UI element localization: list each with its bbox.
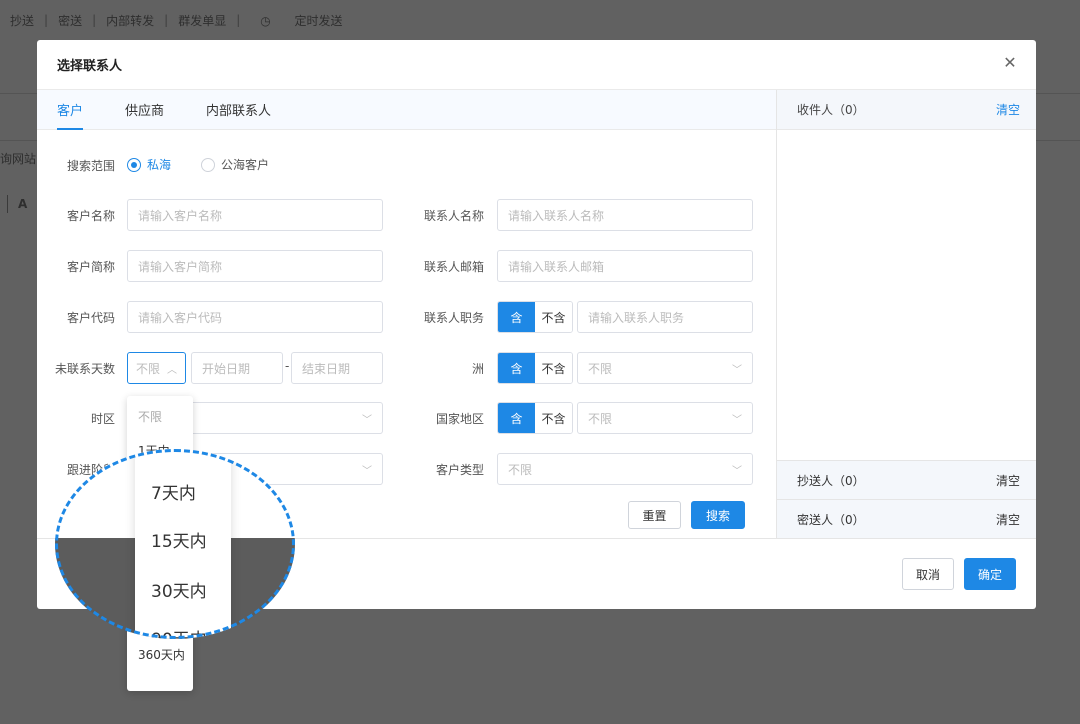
clear-bcc-link[interactable]: 清空	[996, 511, 1020, 528]
bcc-header: 密送人（0） 清空	[777, 499, 1036, 538]
clock-icon: ◷	[260, 13, 275, 28]
exclude-option[interactable]: 不含	[535, 302, 572, 332]
bg-scheduled-send: ◷ 定时发送	[240, 12, 362, 29]
contact-title-label: 联系人职务	[423, 311, 484, 325]
include-option[interactable]: 含	[498, 403, 535, 433]
end-date-input[interactable]: 结束日期	[291, 352, 383, 384]
bg-cc: 抄送	[10, 13, 35, 28]
customer-type-select[interactable]: 不限 ﹀	[497, 453, 753, 485]
contact-title-input[interactable]: 请输入联系人职务	[577, 301, 753, 333]
chevron-down-icon: ﹀	[362, 465, 372, 477]
reset-button[interactable]: 重置	[628, 501, 681, 529]
chevron-up-icon: ︿	[167, 364, 177, 376]
chevron-down-icon: ﹀	[362, 414, 372, 426]
selected-panel: 收件人（0） 清空 抄送人（0） 清空 密送人（0） 清空	[776, 90, 1036, 538]
bg-mass-send: 群发单显	[178, 13, 227, 28]
exclude-option[interactable]: 不含	[535, 403, 572, 433]
bg-bcc: 密送	[58, 13, 83, 28]
dialog-title: 选择联系人	[57, 59, 123, 74]
customer-type-label: 客户类型	[435, 463, 484, 477]
recipients-label: 收件人（0）	[797, 103, 865, 117]
confirm-button[interactable]: 确定	[964, 558, 1016, 590]
customer-short-input[interactable]: 请输入客户简称	[127, 250, 383, 282]
include-option[interactable]: 含	[498, 302, 535, 332]
country-label: 国家地区	[435, 412, 484, 426]
clear-cc-link[interactable]: 清空	[996, 472, 1020, 489]
dropdown-option[interactable]: 360天内	[138, 646, 185, 663]
contact-title-include-toggle: 含 不含	[497, 301, 573, 333]
contact-name-input[interactable]: 请输入联系人名称	[497, 199, 753, 231]
recipients-list	[777, 130, 1036, 460]
continent-label: 洲	[471, 362, 484, 376]
contact-name-label: 联系人名称	[423, 209, 484, 223]
dialog-header: 选择联系人	[37, 40, 1036, 90]
chevron-down-icon: ﹀	[732, 414, 742, 426]
radio-dot	[201, 157, 215, 172]
tab-bar: 客户 供应商 内部联系人	[37, 90, 776, 130]
divider	[7, 195, 8, 213]
close-icon[interactable]: ✕	[1002, 55, 1018, 71]
bcc-label: 密送人（0）	[797, 512, 865, 527]
clear-recipients-link[interactable]: 清空	[996, 101, 1020, 118]
exclude-option[interactable]: 不含	[535, 353, 572, 383]
country-include-toggle: 含 不含	[497, 402, 573, 434]
customer-short-label: 客户简称	[66, 260, 115, 274]
chevron-down-icon: ﹀	[732, 364, 742, 376]
no-contact-days-select[interactable]: 不限 ︿	[127, 352, 186, 384]
search-scope-label: 搜索范围	[66, 159, 115, 173]
date-range-separator: -	[285, 359, 290, 373]
continent-select[interactable]: 不限 ﹀	[577, 352, 753, 384]
font-icon: A	[18, 197, 28, 211]
customer-code-input[interactable]: 请输入客户代码	[127, 301, 383, 333]
cc-header: 抄送人（0） 清空	[777, 460, 1036, 499]
dropdown-option[interactable]: 不限	[138, 408, 162, 425]
magnifier-ring	[55, 449, 295, 639]
tab-supplier[interactable]: 供应商	[125, 100, 164, 129]
customer-code-label: 客户代码	[66, 311, 115, 325]
no-contact-days-label: 未联系天数	[54, 362, 115, 376]
tab-customer[interactable]: 客户	[57, 100, 84, 130]
search-button[interactable]: 搜索	[691, 501, 745, 529]
tab-internal-contact[interactable]: 内部联系人	[206, 100, 271, 129]
start-date-input[interactable]: 开始日期	[191, 352, 283, 384]
contact-email-input[interactable]: 请输入联系人邮箱	[497, 250, 753, 282]
chevron-down-icon: ﹀	[732, 465, 742, 477]
radio-dot	[127, 157, 141, 172]
cancel-button[interactable]: 取消	[902, 558, 954, 590]
customer-name-label: 客户名称	[66, 209, 115, 223]
include-option[interactable]: 含	[498, 353, 535, 383]
customer-name-input[interactable]: 请输入客户名称	[127, 199, 383, 231]
country-select[interactable]: 不限 ﹀	[577, 402, 753, 434]
background-toolbar: 抄送 | 密送 | 内部转发 | 群发单显 | ◷ 定时发送	[0, 8, 363, 32]
contact-email-label: 联系人邮箱	[423, 260, 484, 274]
radio-private-sea[interactable]: 私海	[127, 156, 171, 173]
bg-site-text: 询网站	[0, 152, 37, 166]
continent-include-toggle: 含 不含	[497, 352, 573, 384]
cc-label: 抄送人（0）	[797, 473, 865, 488]
radio-public-sea[interactable]: 公海客户	[201, 156, 269, 173]
recipients-header: 收件人（0） 清空	[777, 90, 1036, 130]
timezone-label: 时区	[90, 412, 115, 426]
bg-forward: 内部转发	[106, 13, 155, 28]
